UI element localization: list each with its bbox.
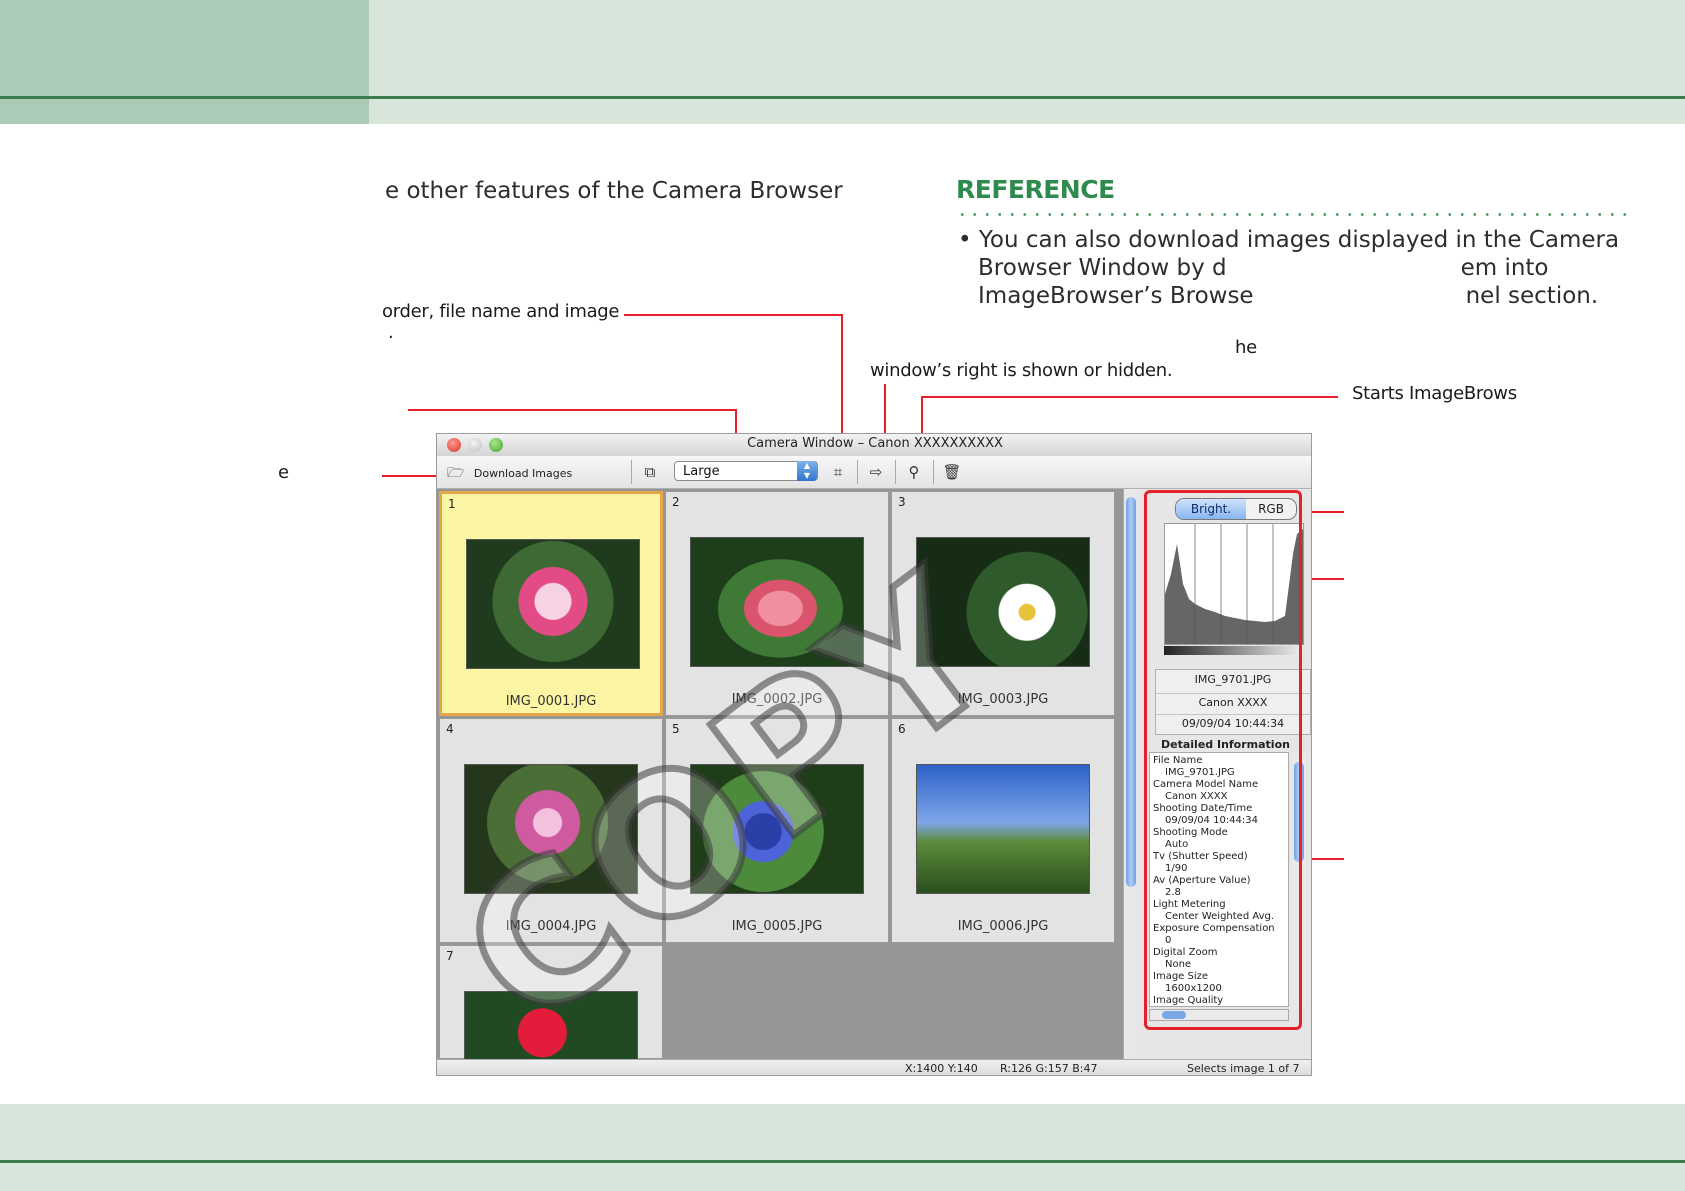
toolbar-divider: [933, 460, 934, 484]
thumbnail-number: 3: [898, 495, 906, 509]
status-coords: X:1400 Y:140: [905, 1062, 978, 1075]
download-images-label: Download Images: [473, 467, 573, 480]
footer-band: [0, 1104, 1685, 1162]
status-rgb: R:126 G:157 B:47: [1000, 1062, 1098, 1075]
status-selection: Selects image 1 of 7: [1187, 1062, 1300, 1075]
thumbnail-number: 1: [448, 497, 456, 511]
info-panel: Bright. RGB IMG_9701.JPG Canon XXXX 09/0…: [1137, 489, 1311, 1059]
thumbnail-size-value: Large: [683, 464, 720, 479]
full-screen-icon[interactable]: ⌗: [827, 462, 849, 482]
thumbnail-number: 7: [446, 949, 454, 963]
footer-subband: [0, 1163, 1685, 1191]
window-titlebar: Camera Window – Canon XXXXXXXXXX: [437, 434, 1311, 457]
grid-scroll-thumb[interactable]: [1126, 497, 1136, 887]
delete-icon[interactable]: 🗑: [941, 462, 963, 482]
thumbnail-image: [466, 539, 640, 669]
thumbnail-filename: IMG_0001.JPG: [505, 694, 597, 709]
download-icon: 🗁: [447, 465, 465, 481]
toolbar-divider: [631, 460, 632, 484]
download-images-button[interactable]: 🗁 Download Images: [447, 462, 572, 482]
thumbnail-filename: IMG_0006.JPG: [957, 919, 1049, 934]
panel-highlight-box: [1144, 490, 1302, 1030]
thumbnail-size-select[interactable]: Large ▲ ▼: [674, 461, 818, 481]
imagebrowser-icon[interactable]: ⚲: [903, 462, 925, 482]
thumbnail-cell[interactable]: 1 IMG_0001.JPG: [439, 491, 663, 716]
status-bar: X:1400 Y:140 R:126 G:157 B:47 Selects im…: [437, 1059, 1311, 1075]
thumbnail-number: 4: [446, 722, 454, 736]
panel-toggle-icon[interactable]: ⇨: [865, 462, 887, 482]
thumbnail-number: 2: [672, 495, 680, 509]
window-title: Camera Window – Canon XXXXXXXXXX: [747, 436, 1003, 451]
rotate-icon[interactable]: ⧉: [639, 462, 661, 482]
select-arrows-icon: ▲ ▼: [797, 461, 817, 481]
toolbar-divider: [895, 460, 896, 484]
thumbnail-image: [916, 764, 1090, 894]
grid-scrollbar[interactable]: [1123, 489, 1138, 1059]
toolbar-divider: [857, 460, 858, 484]
window-toolbar: 🗁 Download Images ⧉ Large ▲ ▼ ⌗ ⇨ ⚲ 🗑: [437, 456, 1311, 489]
